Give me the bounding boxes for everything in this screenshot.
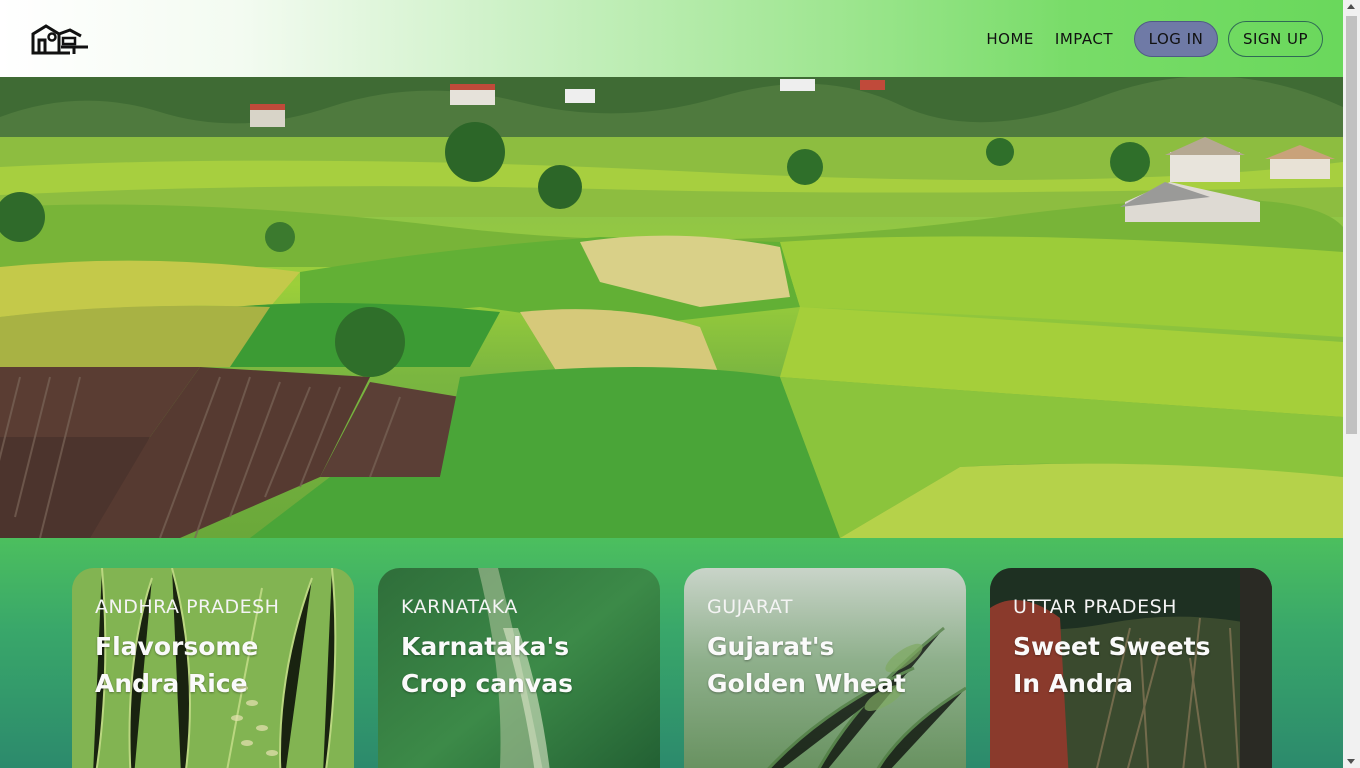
card-region-label: KARNATAKA [401, 596, 518, 618]
card-title: Gujarat's Golden Wheat [707, 632, 906, 698]
signup-button[interactable]: SIGN UP [1228, 20, 1323, 57]
scroll-down-arrow-icon[interactable] [1347, 759, 1355, 764]
card-gujarat[interactable]: GUJARAT Gujarat's Golden Wheat [684, 568, 966, 768]
farm-logo-icon[interactable] [30, 21, 90, 57]
card-region-label: UTTAR PRADESH [1013, 596, 1177, 618]
card-karnataka[interactable]: KARNATAKA Karnataka's Crop canvas [378, 568, 660, 768]
card-region-label: ANDHRA PRADESH [95, 596, 280, 618]
card-andhra-pradesh[interactable]: ANDHRA PRADESH Flavorsome Andra Rice [72, 568, 354, 768]
scroll-up-arrow-icon[interactable] [1347, 4, 1355, 9]
card-uttar-pradesh[interactable]: UTTAR PRADESH Sweet Sweets In Andra [990, 568, 1272, 768]
region-cards-section: ANDHRA PRADESH Flavorsome Andra Rice KAR… [0, 538, 1343, 768]
scroll-thumb[interactable] [1346, 16, 1357, 434]
card-title: Karnataka's Crop canvas [401, 632, 573, 698]
main-nav: HOME IMPACT LOG IN SIGN UP [986, 20, 1323, 57]
site-header: HOME IMPACT LOG IN SIGN UP [0, 0, 1343, 77]
nav-impact-link[interactable]: IMPACT [1055, 30, 1113, 48]
card-title: Sweet Sweets In Andra [1013, 632, 1211, 698]
login-button[interactable]: LOG IN [1134, 20, 1218, 57]
hero-image [0, 77, 1343, 538]
page-scrollbar[interactable] [1343, 0, 1360, 768]
nav-home-link[interactable]: HOME [986, 30, 1034, 48]
card-title: Flavorsome Andra Rice [95, 632, 259, 698]
card-region-label: GUJARAT [707, 596, 793, 618]
